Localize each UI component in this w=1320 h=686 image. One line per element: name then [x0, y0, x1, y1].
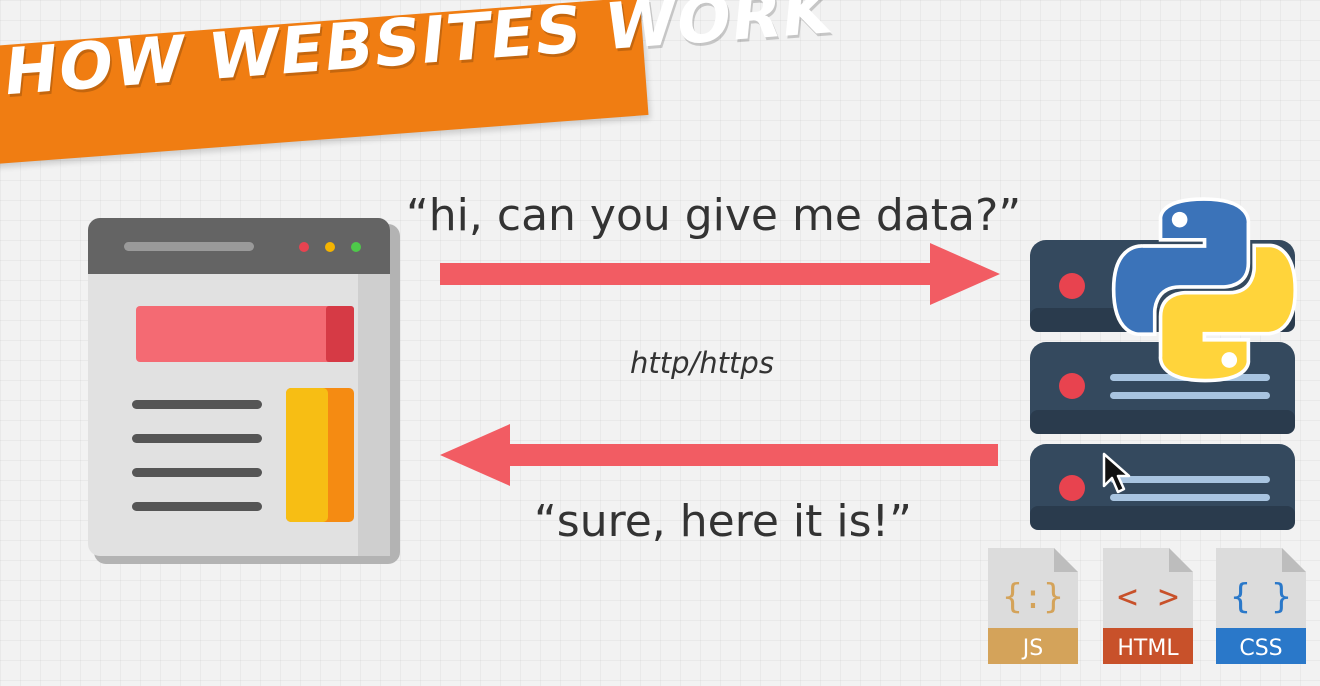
- js-file-icon: {:} JS: [988, 548, 1078, 664]
- html-glyph: < >: [1117, 577, 1178, 617]
- request-message: “hi, can you give me data?”: [406, 190, 1022, 241]
- js-glyph: {:}: [1002, 577, 1063, 617]
- browser-window-icon: [88, 218, 400, 564]
- css-file-icon: { } CSS: [1216, 548, 1306, 664]
- server-unit-bottom: [1030, 444, 1295, 530]
- html-file-icon: < > HTML: [1103, 548, 1193, 664]
- mouse-cursor-icon: [1102, 452, 1131, 494]
- html-label: HTML: [1117, 636, 1179, 661]
- python-logo-icon: [1111, 197, 1298, 383]
- css-glyph: { }: [1230, 577, 1291, 617]
- request-arrow: [440, 243, 1000, 305]
- response-arrow: [440, 424, 998, 486]
- response-message: “sure, here it is!”: [534, 496, 912, 547]
- protocol-label: http/https: [630, 346, 774, 380]
- js-label: JS: [1021, 636, 1043, 661]
- css-label: CSS: [1239, 636, 1282, 661]
